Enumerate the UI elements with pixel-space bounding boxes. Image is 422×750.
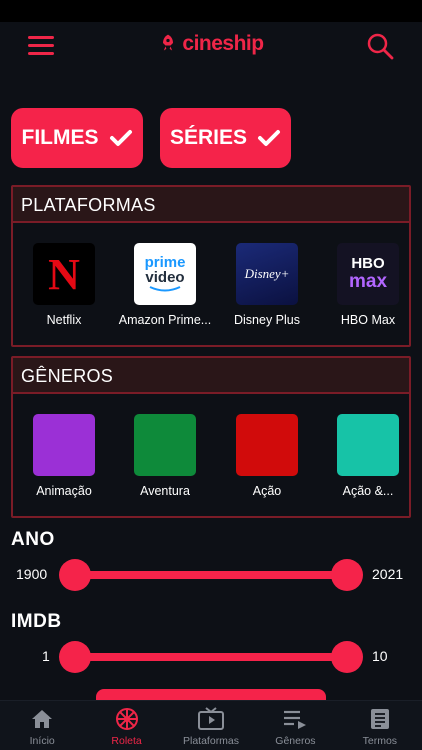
bottom-tab-bar: Início Roleta Plataformas Gêneros Termos xyxy=(0,700,422,750)
year-max-handle[interactable] xyxy=(331,559,363,591)
imdb-slider-track[interactable] xyxy=(74,653,346,661)
tab-label: Gêneros xyxy=(275,735,316,747)
disney-logo-text: Disney+ xyxy=(244,266,290,281)
genre-list-icon xyxy=(284,710,307,729)
status-bar xyxy=(0,0,422,22)
tab-inicio[interactable]: Início xyxy=(0,701,84,750)
genre-color-swatch xyxy=(134,414,196,476)
platform-label: Netflix xyxy=(46,313,82,327)
rocket-icon xyxy=(163,34,174,51)
genre-item[interactable]: Animação xyxy=(13,414,115,498)
genre-label: Ação xyxy=(252,484,282,498)
year-min-label: 1900 xyxy=(16,566,48,582)
tab-termos[interactable]: Termos xyxy=(338,701,422,750)
imdb-range-slider: 1 10 xyxy=(0,639,422,675)
imdb-min-label: 1 xyxy=(42,648,50,664)
prime-logo-text: prime xyxy=(144,254,186,271)
checkmark-icon xyxy=(258,130,281,146)
genres-title: GÊNEROS xyxy=(13,358,409,394)
netflix-logo-text: N xyxy=(48,249,80,299)
imdb-max-label: 10 xyxy=(372,648,388,664)
tab-label: Plataformas xyxy=(183,735,240,747)
genre-item[interactable]: Ação xyxy=(216,414,318,498)
app-header: cineship xyxy=(0,22,422,68)
platform-disney-plus[interactable]: Disney+ Disney Plus xyxy=(216,243,318,327)
logo-text: cineship xyxy=(182,32,264,55)
video-logo-text: video xyxy=(145,269,185,286)
hbo-max-logo: HBO max xyxy=(337,243,399,305)
year-section-title: ANO xyxy=(11,529,55,550)
genre-color-swatch xyxy=(337,414,399,476)
imdb-section-title: IMDB xyxy=(11,611,62,632)
platform-netflix[interactable]: N Netflix xyxy=(13,243,115,327)
genre-color-swatch xyxy=(33,414,95,476)
platform-amazon-prime[interactable]: prime video Amazon Prime... xyxy=(114,243,216,327)
year-min-handle[interactable] xyxy=(59,559,91,591)
genre-label: Animação xyxy=(36,484,92,498)
imdb-max-handle[interactable] xyxy=(331,641,363,673)
hbo-logo-text: HBO xyxy=(351,255,385,273)
app-logo: cineship xyxy=(0,32,422,56)
platforms-title: PLATAFORMAS xyxy=(13,187,409,223)
platform-label: HBO Max xyxy=(340,313,396,327)
year-max-label: 2021 xyxy=(372,566,404,582)
max-logo-text: max xyxy=(348,270,388,292)
tab-plataformas[interactable]: Plataformas xyxy=(169,701,253,750)
platform-hbo-max[interactable]: HBO max HBO Max xyxy=(317,243,419,327)
year-slider-track[interactable] xyxy=(74,571,346,579)
tv-icon xyxy=(198,707,225,730)
tab-label: Roleta xyxy=(111,735,142,747)
disney-plus-logo: Disney+ xyxy=(236,243,298,305)
filmes-toggle-button[interactable]: FILMES xyxy=(11,108,143,168)
filmes-label: FILMES xyxy=(21,126,99,149)
home-icon xyxy=(32,710,53,728)
tab-label: Início xyxy=(29,735,55,747)
search-icon[interactable] xyxy=(366,32,394,60)
checkmark-icon xyxy=(109,130,132,146)
genre-label: Aventura xyxy=(140,484,190,498)
genre-item[interactable]: Aventura xyxy=(114,414,216,498)
roulette-icon xyxy=(115,708,138,730)
netflix-logo: N xyxy=(33,243,95,305)
platform-label: Disney Plus xyxy=(234,313,300,327)
platform-label: Amazon Prime... xyxy=(118,313,212,327)
prime-video-logo: prime video xyxy=(134,243,196,305)
document-icon xyxy=(370,709,389,729)
genre-item[interactable]: Ação &... xyxy=(317,414,419,498)
smile-arrow-icon xyxy=(149,286,181,292)
genres-panel: GÊNEROS Animação Aventura Ação Ação &... xyxy=(11,356,411,518)
series-toggle-button[interactable]: SÉRIES xyxy=(160,108,291,168)
genre-label: Ação &... xyxy=(342,484,394,498)
platforms-panel: PLATAFORMAS N Netflix prime video Amazon… xyxy=(11,185,411,347)
tab-generos[interactable]: Gêneros xyxy=(253,701,337,750)
tab-label: Termos xyxy=(362,735,398,747)
genre-color-swatch xyxy=(236,414,298,476)
year-range-slider: 1900 2021 xyxy=(0,557,422,593)
imdb-min-handle[interactable] xyxy=(59,641,91,673)
tab-roleta[interactable]: Roleta xyxy=(84,701,168,750)
series-label: SÉRIES xyxy=(169,126,248,149)
